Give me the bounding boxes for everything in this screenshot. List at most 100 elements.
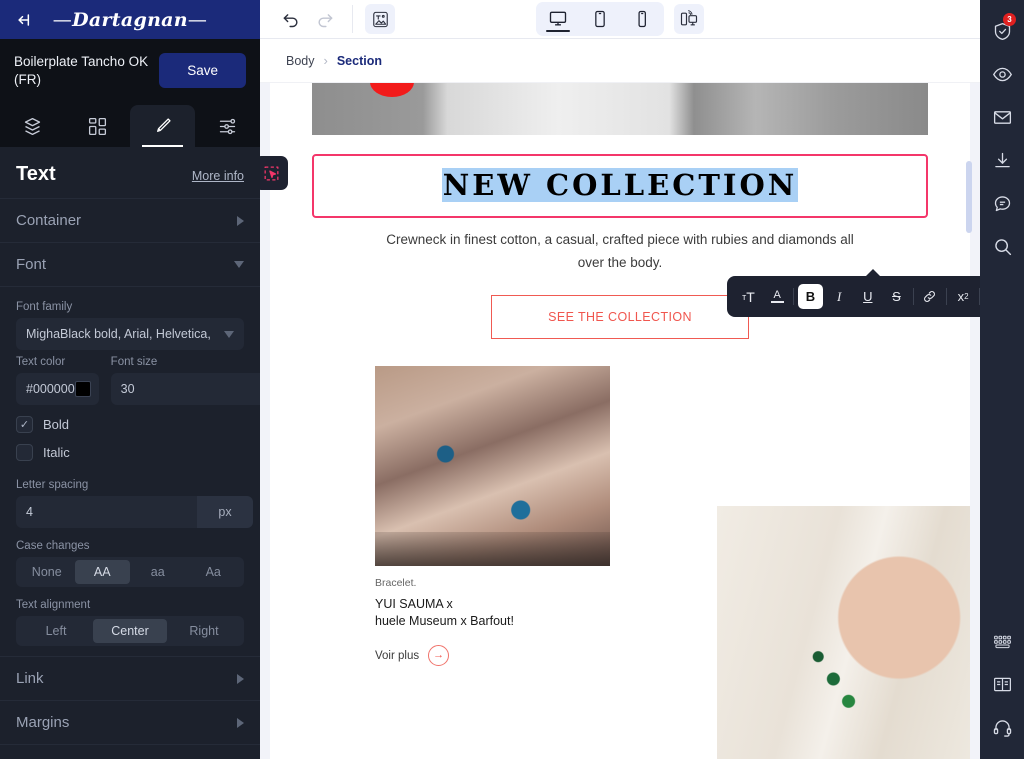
letter-spacing-unit[interactable]: px bbox=[197, 496, 253, 528]
letter-spacing-field[interactable]: px bbox=[16, 496, 253, 528]
chevron-right-icon bbox=[237, 717, 244, 728]
send-test-button[interactable] bbox=[980, 96, 1024, 139]
tab-blocks[interactable] bbox=[65, 105, 130, 147]
email-headline[interactable]: NEW COLLECTION bbox=[314, 168, 926, 203]
font-size-icon[interactable]: тT bbox=[736, 284, 761, 309]
export-button[interactable] bbox=[980, 139, 1024, 182]
font-family-select[interactable]: MighaBlack bold, Arial, Helvetica, bbox=[16, 318, 244, 350]
support-button[interactable] bbox=[980, 706, 1024, 749]
device-mobile[interactable] bbox=[622, 4, 662, 34]
device-tablet[interactable] bbox=[580, 4, 620, 34]
text-color-field[interactable]: #000000 bbox=[16, 373, 99, 405]
font-size-label: Font size bbox=[110, 356, 158, 368]
email-canvas-area: NEW COLLECTION Crewneck in finest cotton… bbox=[260, 83, 980, 759]
validation-badge: 3 bbox=[1003, 13, 1016, 26]
undo-icon[interactable] bbox=[276, 4, 306, 34]
product-link-label: Voir plus bbox=[375, 649, 420, 662]
section-link[interactable]: Link bbox=[0, 656, 260, 700]
align-option-left[interactable]: Left bbox=[19, 619, 93, 643]
canvas-scrollbar-thumb[interactable] bbox=[966, 161, 972, 233]
panel-title: Text bbox=[16, 163, 56, 185]
font-size-field[interactable]: px bbox=[110, 373, 260, 405]
text-format-toolbar: тT A B I U S x 2 bbox=[727, 269, 980, 317]
section-link-label: Link bbox=[16, 670, 44, 687]
device-desktop[interactable] bbox=[538, 4, 578, 34]
section-font[interactable]: Font bbox=[0, 242, 260, 286]
section-margins[interactable]: Margins bbox=[0, 700, 260, 744]
format-divider bbox=[912, 288, 914, 305]
tab-settings[interactable] bbox=[195, 105, 260, 147]
tab-layers[interactable] bbox=[0, 105, 65, 147]
format-divider bbox=[945, 288, 947, 305]
back-arrow-icon[interactable] bbox=[14, 9, 36, 31]
align-option-right[interactable]: Right bbox=[167, 619, 241, 643]
product-title-line2: huele Museum x Barfout! bbox=[375, 614, 514, 628]
validation-button[interactable]: 3 bbox=[980, 10, 1024, 53]
panel-header: Text More info bbox=[0, 147, 260, 198]
chevron-down-icon bbox=[234, 261, 244, 268]
font-family-value: MighaBlack bold, Arial, Helvetica, bbox=[26, 327, 211, 341]
shortcuts-button[interactable] bbox=[980, 620, 1024, 663]
preview-button[interactable] bbox=[980, 53, 1024, 96]
selected-text-block[interactable]: NEW COLLECTION bbox=[260, 154, 928, 218]
search-button[interactable] bbox=[980, 225, 1024, 268]
canvas-scrollbar[interactable] bbox=[966, 83, 972, 759]
case-changes-segmented: None AA aa Aa bbox=[16, 557, 244, 587]
product-image-bracelet-blue[interactable] bbox=[375, 366, 610, 566]
save-button[interactable]: Save bbox=[159, 53, 246, 88]
section-borders[interactable]: Borders bbox=[0, 744, 260, 759]
superscript-button[interactable]: x2 bbox=[951, 284, 976, 309]
letter-spacing-input[interactable] bbox=[16, 496, 197, 528]
app-root: —Dartagnan— Boilerplate Tancho OK (FR) S… bbox=[0, 0, 1024, 759]
case-option-lower[interactable]: aa bbox=[130, 560, 186, 584]
text-alignment-label: Text alignment bbox=[16, 599, 91, 611]
checkbox-unchecked-icon bbox=[16, 444, 33, 461]
chevron-down-icon bbox=[224, 330, 234, 338]
case-option-none[interactable]: None bbox=[19, 560, 75, 584]
strikethrough-button[interactable]: S bbox=[884, 284, 909, 309]
comments-button[interactable] bbox=[980, 182, 1024, 225]
case-option-upper[interactable]: AA bbox=[74, 560, 130, 584]
chevron-right-icon bbox=[237, 215, 244, 226]
italic-button[interactable]: I bbox=[827, 284, 852, 309]
app-logo-text: Dartagnan bbox=[72, 8, 188, 31]
text-color-icon[interactable]: A bbox=[765, 284, 790, 309]
main-area: Body › Section NEW COLLECTION Crewneck i… bbox=[260, 0, 980, 759]
section-margins-label: Margins bbox=[16, 714, 70, 731]
more-info-link[interactable]: More info bbox=[192, 169, 244, 183]
text-alignment-segmented: Left Center Right bbox=[16, 616, 244, 646]
redo-icon[interactable] bbox=[310, 4, 340, 34]
product-image-bracelet-green[interactable] bbox=[717, 506, 970, 759]
device-preview-icon[interactable] bbox=[674, 4, 704, 34]
color-swatch[interactable] bbox=[74, 381, 91, 397]
template-name: Boilerplate Tancho OK (FR) bbox=[14, 54, 149, 87]
see-collection-button[interactable]: SEE THE COLLECTION bbox=[491, 295, 749, 339]
product-card-2[interactable]: Bracelet. YUI SAUMA x huele Museum x Bar… bbox=[717, 506, 970, 759]
editor-toolbar bbox=[260, 0, 980, 39]
font-family-label: Font family bbox=[16, 301, 73, 313]
device-switcher bbox=[536, 2, 704, 36]
align-option-center[interactable]: Center bbox=[93, 619, 167, 643]
docs-button[interactable] bbox=[980, 663, 1024, 706]
case-option-capitalize[interactable]: Aa bbox=[186, 560, 242, 584]
breadcrumb: Body › Section bbox=[260, 39, 980, 83]
product-caption: Bracelet. bbox=[375, 577, 417, 589]
link-icon[interactable] bbox=[917, 284, 942, 309]
tab-styles[interactable] bbox=[130, 105, 195, 147]
breadcrumb-item-section[interactable]: Section bbox=[337, 54, 382, 68]
section-container[interactable]: Container bbox=[0, 198, 260, 242]
italic-label: Italic bbox=[43, 445, 70, 460]
product-link-1[interactable]: Voir plus → bbox=[375, 645, 610, 666]
format-divider bbox=[979, 288, 980, 305]
select-element-icon[interactable] bbox=[260, 156, 288, 190]
text-image-block-icon[interactable] bbox=[365, 4, 395, 34]
font-size-input[interactable] bbox=[110, 373, 260, 405]
underline-button[interactable]: U bbox=[855, 284, 880, 309]
product-cards: Bracelet. YUI SAUMA x huele Museum x Bar… bbox=[270, 366, 970, 759]
italic-checkbox[interactable]: Italic bbox=[16, 444, 244, 461]
email-body-text[interactable]: Crewneck in finest cotton, a casual, cra… bbox=[270, 218, 970, 274]
product-card-1[interactable]: Bracelet. YUI SAUMA x huele Museum x Bar… bbox=[375, 366, 610, 666]
bold-checkbox[interactable]: ✓ Bold bbox=[16, 416, 244, 433]
breadcrumb-item-body[interactable]: Body bbox=[286, 54, 315, 68]
bold-button[interactable]: B bbox=[797, 284, 823, 309]
